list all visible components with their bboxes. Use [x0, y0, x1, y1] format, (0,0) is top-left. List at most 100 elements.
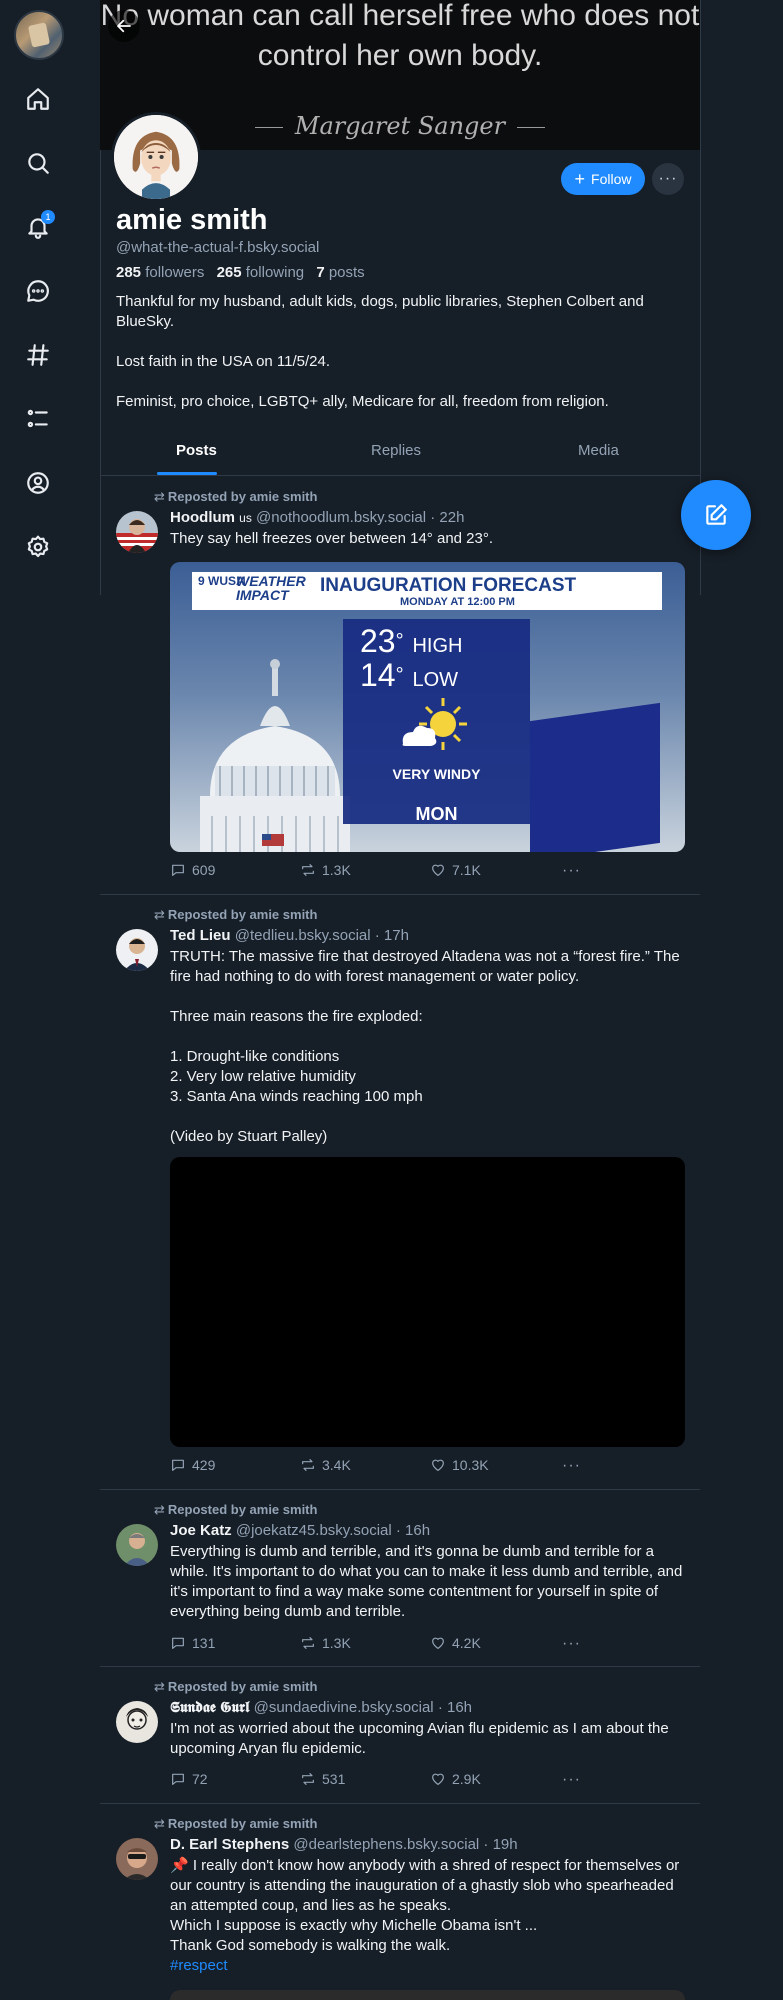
notifications-bell-icon[interactable]: 1 [18, 207, 58, 247]
weather-impact-logo: WEATHER IMPACT [236, 573, 306, 603]
post-author-name[interactable]: Joe Katz [170, 1522, 232, 1539]
post-author-name[interactable]: Hoodlum [170, 509, 235, 526]
feed-post[interactable]: ⇄ Reposted by amie smith D. Earl Stephens… [100, 1804, 700, 2000]
reply-button[interactable]: 609 [170, 862, 215, 878]
hashtag-link[interactable]: #respect [170, 1957, 228, 1974]
post-time[interactable]: · 16h [396, 1522, 430, 1539]
feed-post[interactable]: ⇄ Reposted by amie smith Joe Katz @joekat… [100, 1490, 700, 1667]
like-button[interactable]: 7.1K [430, 862, 481, 878]
repost-indicator: ⇄ Reposted by amie smith [154, 907, 318, 922]
back-arrow-icon [117, 19, 131, 33]
profile-more-button[interactable]: ··· [652, 163, 684, 195]
post-author-name[interactable]: Ted Lieu [170, 927, 231, 944]
repost-small-icon: ⇄ [154, 907, 165, 922]
tab-media[interactable]: Media [578, 442, 619, 459]
settings-gear-icon[interactable] [18, 527, 58, 567]
post-text: They say hell freezes over between 14° a… [170, 530, 494, 547]
post-time[interactable]: · 17h [375, 927, 409, 944]
notification-badge: 1 [41, 210, 55, 224]
post-header: 𝕾𝖚𝖓𝖉𝖆𝖊 𝕲𝖚𝖗𝖑 @sundaedivine.bsky.social · … [170, 1699, 472, 1716]
post-author-avatar[interactable] [116, 1838, 158, 1880]
profile-circle-icon[interactable] [18, 463, 58, 503]
search-icon[interactable] [18, 143, 58, 183]
compose-post-button[interactable] [681, 480, 751, 550]
tab-replies[interactable]: Replies [371, 442, 421, 459]
repost-icon [302, 1637, 314, 1649]
post-text: I'm not as worried about the upcoming Av… [170, 1720, 669, 1757]
post-author-avatar[interactable] [116, 1701, 158, 1743]
repost-indicator: ⇄ Reposted by amie smith [154, 1679, 318, 1694]
post-author-handle[interactable]: @nothoodlum.bsky.social [256, 509, 426, 526]
repost-button[interactable]: 1.3K [300, 862, 351, 878]
post-more-button[interactable]: ··· [562, 1771, 581, 1789]
hashtag-icon[interactable] [18, 335, 58, 375]
author-flag: us [239, 511, 252, 525]
like-button[interactable]: 2.9K [430, 1771, 481, 1787]
bio-line: Lost faith in the USA on 11/5/24. [116, 353, 331, 370]
profile-avatar[interactable] [111, 112, 201, 202]
followers-link[interactable]: 285 followers [116, 264, 204, 281]
home-icon[interactable] [18, 79, 58, 119]
repost-indicator: ⇄ Reposted by amie smith [154, 489, 318, 504]
post-actions: 429 3.4K 10.3K ··· [170, 1457, 590, 1477]
post-more-button[interactable]: ··· [562, 862, 581, 880]
post-header: Hoodlum us @nothoodlum.bsky.social · 22h [170, 509, 464, 526]
reply-button[interactable]: 131 [170, 1635, 215, 1651]
post-author-name[interactable]: D. Earl Stephens [170, 1836, 289, 1853]
tab-posts[interactable]: Posts [176, 442, 217, 459]
like-button[interactable]: 10.3K [430, 1457, 489, 1473]
post-time[interactable]: · 22h [430, 509, 464, 526]
repost-button[interactable]: 531 [300, 1771, 345, 1787]
post-author-avatar[interactable] [116, 1524, 158, 1566]
low-temp-row: 14° LOW [360, 657, 459, 693]
feed-post[interactable]: ⇄ Reposted by amie smith 𝕾𝖚𝖓𝖉𝖆𝖊 𝕲𝖚𝖗𝖑 @sun… [100, 1667, 700, 1804]
feed-post[interactable]: ⇄ Reposted by amie smith Ted Lieu @tedlie… [100, 895, 700, 1490]
repost-small-icon: ⇄ [154, 1816, 165, 1831]
profile-handle: @what-the-actual-f.bsky.social [116, 239, 320, 256]
post-image-preview[interactable] [170, 1990, 685, 2000]
lists-icon[interactable] [18, 399, 58, 439]
current-user-avatar[interactable] [14, 10, 64, 60]
repost-small-icon: ⇄ [154, 1679, 165, 1694]
follow-button[interactable]: + Follow [561, 163, 645, 195]
compose-pencil-icon [706, 504, 727, 525]
repost-icon [302, 1773, 314, 1785]
posts-count: 7 posts [316, 264, 365, 281]
post-author-handle[interactable]: @joekatz45.bsky.social [236, 1522, 392, 1539]
profile-bio: Thankful for my husband, adult kids, dog… [116, 292, 686, 432]
day-label: MON [415, 804, 458, 824]
repost-indicator: ⇄ Reposted by amie smith [154, 1816, 318, 1831]
post-more-button[interactable]: ··· [562, 1635, 581, 1653]
feed-post[interactable]: ⇄ Reposted by amie smith Hoodlum us @noth… [100, 477, 700, 895]
post-author-avatar[interactable] [116, 929, 158, 971]
condition-label: VERY WINDY [392, 766, 481, 782]
post-author-handle[interactable]: @dearlstephens.bsky.social [293, 1836, 479, 1853]
chat-bubble-icon[interactable] [18, 271, 58, 311]
post-image-weather-forecast[interactable]: 9 WUSA WEATHER IMPACT INAUGURATION FORECA… [170, 562, 685, 852]
reply-icon [172, 864, 184, 876]
post-time[interactable]: · 19h [483, 1836, 517, 1853]
post-author-avatar[interactable] [116, 511, 158, 553]
post-video-player[interactable] [170, 1157, 685, 1447]
heart-icon [432, 1637, 444, 1649]
repost-button[interactable]: 3.4K [300, 1457, 351, 1473]
plus-icon: + [574, 169, 586, 189]
repost-icon [302, 1459, 314, 1471]
post-author-handle[interactable]: @tedlieu.bsky.social [235, 927, 371, 944]
profile-display-name: amie smith [116, 204, 268, 236]
repost-button[interactable]: 1.3K [300, 1635, 351, 1651]
post-time[interactable]: · 16h [438, 1699, 472, 1716]
post-author-handle[interactable]: @sundaedivine.bsky.social [254, 1699, 434, 1716]
post-more-button[interactable]: ··· [562, 1457, 581, 1475]
left-nav: 1 [0, 0, 100, 2000]
reply-button[interactable]: 72 [170, 1771, 208, 1787]
following-link[interactable]: 265 following [217, 264, 305, 281]
back-button[interactable] [108, 10, 140, 42]
reply-icon [172, 1459, 184, 1471]
post-actions: 131 1.3K 4.2K ··· [170, 1635, 590, 1655]
bio-line: Feminist, pro choice, LGBTQ+ ally, Medic… [116, 393, 609, 410]
reply-icon [172, 1637, 184, 1649]
reply-button[interactable]: 429 [170, 1457, 215, 1473]
post-author-name[interactable]: 𝕾𝖚𝖓𝖉𝖆𝖊 𝕲𝖚𝖗𝖑 [170, 1699, 249, 1716]
like-button[interactable]: 4.2K [430, 1635, 481, 1651]
